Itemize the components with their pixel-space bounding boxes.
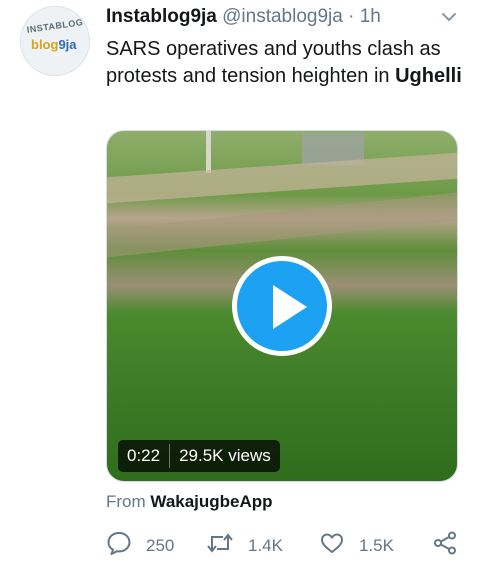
- video-frame-path: [107, 152, 457, 204]
- video-player[interactable]: 0:22 29.5K views: [106, 130, 458, 482]
- tweet-text-location: Ughelli: [395, 65, 462, 87]
- avatar[interactable]: INSTABLOG blog9ja: [20, 6, 90, 76]
- share-button[interactable]: [432, 530, 472, 561]
- avatar-logo-mark: blog9ja: [31, 37, 77, 52]
- like-icon: [319, 530, 359, 561]
- tweet-text-main: SARS operatives and youths clash as prot…: [106, 38, 441, 87]
- video-info-overlay: 0:22 29.5K views: [118, 440, 280, 472]
- action-bar: 250 1.4K 1.5K: [106, 530, 462, 558]
- source-prefix: From: [106, 492, 146, 511]
- avatar-logo-text: INSTABLOG: [26, 17, 84, 35]
- play-icon: [273, 285, 307, 329]
- reply-count: 250: [146, 535, 175, 555]
- chevron-down-icon[interactable]: [440, 8, 458, 32]
- retweet-icon: [206, 530, 248, 561]
- video-frame-path: [107, 192, 457, 258]
- play-button[interactable]: [232, 256, 332, 356]
- retweet-button[interactable]: 1.4K: [206, 530, 283, 561]
- video-views: 29.5K views: [179, 446, 271, 465]
- like-count: 1.5K: [359, 535, 394, 555]
- source-app-link[interactable]: WakajugbeApp: [150, 492, 272, 511]
- tweet-time[interactable]: 1h: [360, 6, 381, 27]
- user-handle[interactable]: @instablog9ja: [222, 6, 343, 27]
- tweet-header: Instablog9ja @instablog9ja · 1h: [106, 6, 466, 30]
- display-name[interactable]: Instablog9ja: [106, 6, 217, 27]
- separator-dot: ·: [348, 6, 355, 27]
- retweet-count: 1.4K: [248, 535, 283, 555]
- video-frame-post: [206, 131, 211, 173]
- like-button[interactable]: 1.5K: [319, 530, 394, 561]
- video-duration: 0:22: [127, 446, 161, 465]
- source-line: From WakajugbeApp: [106, 492, 273, 512]
- reply-button[interactable]: 250: [106, 530, 174, 561]
- share-icon: [432, 530, 472, 561]
- tweet-text: SARS operatives and youths clash as prot…: [106, 36, 466, 90]
- reply-icon: [106, 530, 146, 561]
